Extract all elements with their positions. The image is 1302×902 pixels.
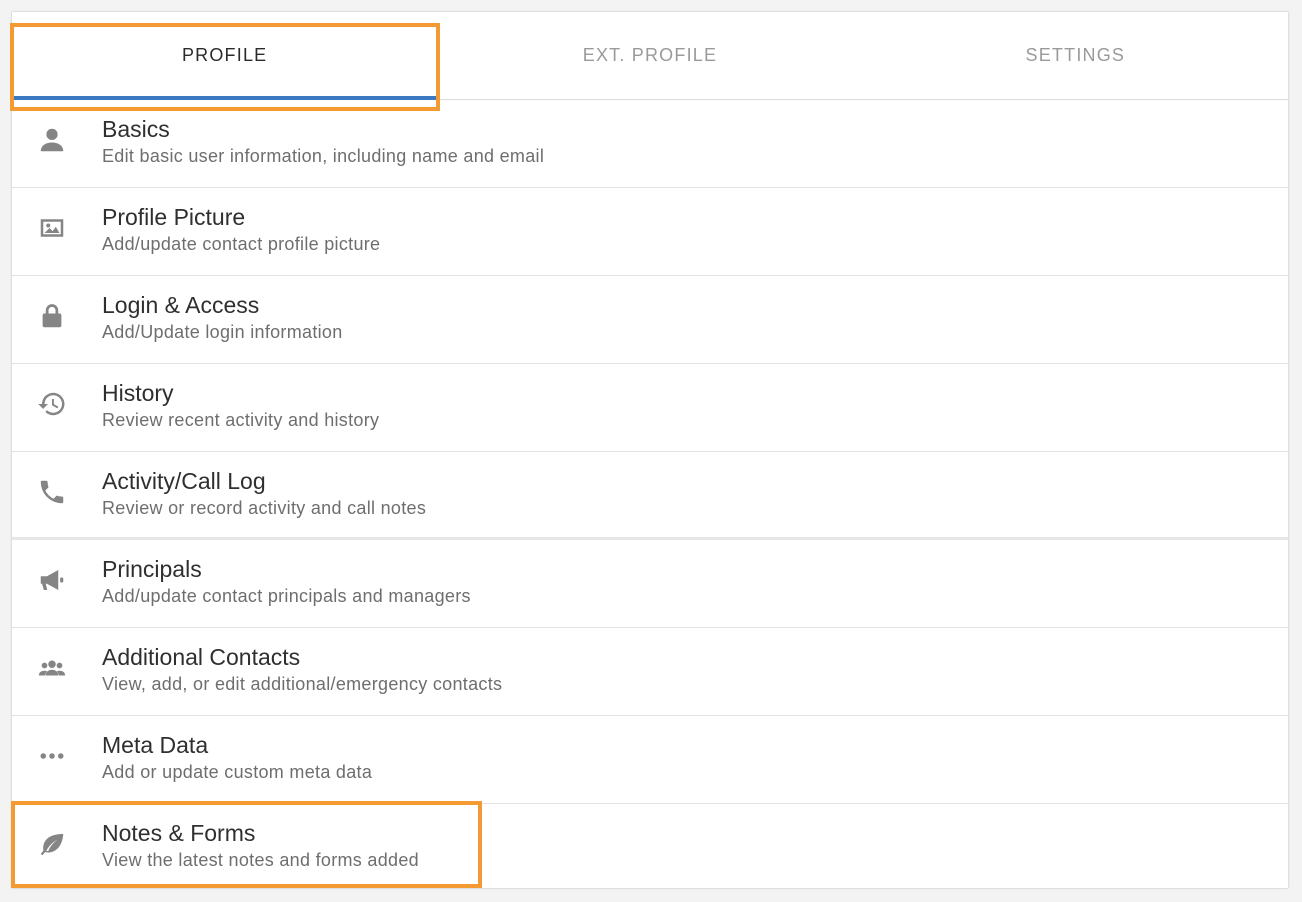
list-item-profile-picture[interactable]: Profile Picture Add/update contact profi… <box>12 188 1288 276</box>
list-item-meta-data[interactable]: Meta Data Add or update custom meta data <box>12 716 1288 804</box>
item-subtitle: Edit basic user information, including n… <box>102 146 545 166</box>
tab-ext-profile[interactable]: EXT. PROFILE <box>437 12 862 99</box>
item-subtitle: Review or record activity and call notes <box>102 498 427 518</box>
tab-bar: PROFILE EXT. PROFILE SETTINGS <box>12 12 1288 100</box>
tab-settings[interactable]: SETTINGS <box>863 12 1288 99</box>
item-title: Activity/Call Log <box>102 468 266 494</box>
item-title: Principals <box>102 556 202 582</box>
item-title: Meta Data <box>102 732 209 758</box>
item-title: Notes & Forms <box>102 820 256 846</box>
item-subtitle: View, add, or edit additional/emergency … <box>102 674 503 694</box>
item-subtitle: Add/Update login information <box>102 322 343 342</box>
list-item-basics[interactable]: Basics Edit basic user information, incl… <box>12 100 1288 188</box>
profile-menu-list: Basics Edit basic user information, incl… <box>12 100 1288 891</box>
lock-icon <box>36 300 68 332</box>
list-item-activity-call-log[interactable]: Activity/Call Log Review or record activ… <box>12 452 1288 540</box>
group-icon <box>36 652 68 684</box>
item-title: Basics <box>102 116 170 142</box>
list-item-principals[interactable]: Principals Add/update contact principals… <box>12 540 1288 628</box>
item-subtitle: Review recent activity and history <box>102 410 380 430</box>
history-icon <box>36 388 68 420</box>
list-item-additional-contacts[interactable]: Additional Contacts View, add, or edit a… <box>12 628 1288 716</box>
phone-icon <box>36 476 68 508</box>
list-item-notes-forms[interactable]: Notes & Forms View the latest notes and … <box>12 804 1288 891</box>
item-subtitle: Add/update contact profile picture <box>102 234 381 254</box>
item-title: History <box>102 380 174 406</box>
leaf-icon <box>36 828 68 860</box>
item-subtitle: View the latest notes and forms added <box>102 850 419 870</box>
user-icon <box>36 124 68 156</box>
profile-panel: PROFILE EXT. PROFILE SETTINGS Basics Edi… <box>12 12 1288 888</box>
more-dots-icon <box>36 740 68 772</box>
item-title: Additional Contacts <box>102 644 301 670</box>
list-item-login-access[interactable]: Login & Access Add/Update login informat… <box>12 276 1288 364</box>
list-item-history[interactable]: History Review recent activity and histo… <box>12 364 1288 452</box>
item-title: Login & Access <box>102 292 260 318</box>
tab-profile[interactable]: PROFILE <box>12 12 438 100</box>
item-title: Profile Picture <box>102 204 246 230</box>
megaphone-icon <box>36 564 68 596</box>
item-subtitle: Add or update custom meta data <box>102 762 373 782</box>
image-icon <box>36 212 68 244</box>
item-subtitle: Add/update contact principals and manage… <box>102 586 471 606</box>
